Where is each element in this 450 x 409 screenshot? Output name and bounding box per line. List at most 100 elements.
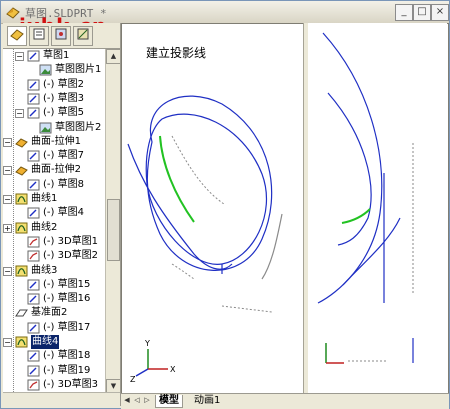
feature-manager-tab[interactable] xyxy=(7,26,27,46)
feature-tree-item[interactable]: − 曲线1 xyxy=(3,192,120,206)
3d-sketch-icon xyxy=(27,379,40,391)
bottom-tab-bar: ◀ ◁ ▷ 模型 动画1 xyxy=(121,393,449,409)
feature-tree-item-label: 草图1 xyxy=(43,50,70,61)
curve-icon xyxy=(15,193,28,205)
right-viewport[interactable] xyxy=(308,23,447,393)
feature-tree-item[interactable]: (-) 草图2 xyxy=(3,78,120,92)
tree-vertical-scrollbar[interactable]: ▲ ▼ xyxy=(105,49,121,394)
expand-toggle[interactable]: + xyxy=(3,223,12,233)
right-viewport-geometry xyxy=(317,32,414,364)
sketch-icon xyxy=(27,50,40,62)
feature-tree-item[interactable]: (-) 草图4 xyxy=(3,206,120,220)
sketch-icon xyxy=(27,350,40,362)
feature-tree-item[interactable]: (-) 草图16 xyxy=(3,292,120,306)
feature-tree-item-label: (-) 草图15 xyxy=(43,278,91,290)
sketch-picture-icon xyxy=(39,122,52,134)
feature-tree-item-label: 基准面2 xyxy=(31,307,68,319)
scroll-thumb[interactable] xyxy=(107,199,120,261)
reference-plane-icon xyxy=(15,307,28,319)
feature-tree-item-label: (-) 草图7 xyxy=(43,150,84,162)
feature-tree-item[interactable]: − 曲线4 xyxy=(3,335,120,349)
tab-first-button[interactable]: ◀ xyxy=(123,395,131,406)
solidworks-window: 草图.SLDPRT * jxbk.cn _ □ × − 草图1 草图图片1 (-) 草… xyxy=(0,0,450,409)
feature-tree-item[interactable]: (-) 草图3 xyxy=(3,92,120,106)
feature-tree-item[interactable]: 草图图片2 xyxy=(3,121,120,135)
curve-icon xyxy=(15,222,28,234)
collapse-toggle[interactable]: − xyxy=(15,109,24,119)
feature-tree: − 草图1 草图图片1 (-) 草图2 (-) 草图3 − (-) 草图5 草图图片2 − 曲面-… xyxy=(3,49,120,394)
axis-x-label: X xyxy=(170,365,176,374)
extrude-surface-icon xyxy=(15,164,28,176)
sketch-icon xyxy=(27,150,40,162)
feature-tree-item[interactable]: − 曲面-拉伸2 xyxy=(3,163,120,177)
feature-tree-item[interactable]: (-) 草图18 xyxy=(3,349,120,363)
sketch-icon xyxy=(27,79,40,91)
feature-tree-item[interactable]: 基准面2 xyxy=(3,306,120,320)
feature-tree-item-label: 曲线3 xyxy=(31,264,58,276)
axis-y-label: Y xyxy=(144,339,150,348)
feature-tree-item[interactable]: (-) 3D草图1 xyxy=(3,235,120,249)
feature-tree-item[interactable]: (-) 草图15 xyxy=(3,278,120,292)
tab-animation[interactable]: 动画1 xyxy=(191,395,223,407)
gray-sketch-line-1 xyxy=(171,135,225,205)
collapse-toggle[interactable]: − xyxy=(3,195,12,204)
feature-tree-item[interactable]: + 曲线2 xyxy=(3,221,120,235)
collapse-toggle[interactable]: − xyxy=(3,338,12,347)
feature-tree-item-label: (-) 3D草图2 xyxy=(43,250,99,262)
dimxpert-icon xyxy=(77,28,89,40)
minimize-button[interactable]: _ xyxy=(395,4,413,21)
gray-sketch-line-2 xyxy=(171,263,195,280)
feature-tree-item-label: (-) 草图3 xyxy=(43,92,84,104)
tab-next-button[interactable]: ▷ xyxy=(143,395,151,406)
projection-curve-outer xyxy=(146,95,273,271)
feature-manager-icon xyxy=(10,29,24,41)
tree-horizontal-scrollbar[interactable] xyxy=(3,392,120,406)
feature-tree-item[interactable]: − 曲面-拉伸1 xyxy=(3,135,120,149)
feature-tree-item[interactable]: (-) 3D草图3 xyxy=(3,378,120,392)
maximize-button[interactable]: □ xyxy=(413,4,431,21)
scroll-up-button[interactable]: ▲ xyxy=(106,49,121,64)
sketch-icon xyxy=(27,93,40,105)
title-bar: 草图.SLDPRT * jxbk.cn _ □ × xyxy=(1,1,449,38)
feature-tree-item[interactable]: (-) 草图17 xyxy=(3,321,120,335)
property-manager-tab[interactable] xyxy=(29,26,49,46)
3d-sketch-icon xyxy=(27,236,40,248)
feature-tree-item-label: (-) 草图16 xyxy=(43,293,91,305)
feature-tree-item[interactable]: (-) 草图7 xyxy=(3,149,120,163)
collapse-toggle[interactable]: − xyxy=(3,266,12,276)
curve-icon xyxy=(15,265,28,277)
collapse-toggle[interactable]: − xyxy=(3,137,12,147)
projection-curve-swoosh xyxy=(127,143,233,270)
feature-tree-item[interactable]: (-) 草图19 xyxy=(3,364,120,378)
feature-tree-item[interactable]: − (-) 草图5 xyxy=(3,106,120,120)
configuration-manager-icon xyxy=(55,28,67,40)
dimxpert-tab[interactable] xyxy=(73,26,93,46)
feature-tree-item[interactable]: (-) 3D草图2 xyxy=(3,249,120,263)
tab-model[interactable]: 模型 xyxy=(155,395,183,408)
feature-tree-item-label: 曲线4 xyxy=(31,335,60,349)
sketch-icon xyxy=(27,322,40,334)
feature-tree-item[interactable]: (-) 草图8 xyxy=(3,178,120,192)
sketch-picture-icon xyxy=(39,64,52,76)
tab-prev-button[interactable]: ◁ xyxy=(133,395,141,406)
feature-tree-item[interactable]: 草图图片1 xyxy=(3,63,120,77)
feature-tree-item[interactable]: − 曲线3 xyxy=(3,264,120,278)
manager-tabs xyxy=(3,23,120,49)
close-button[interactable]: × xyxy=(431,4,449,21)
3d-sketch-icon xyxy=(27,250,40,262)
feature-tree-item[interactable]: − 草图1 xyxy=(3,49,120,63)
right-blue-curve-1 xyxy=(317,32,383,304)
sketch-icon xyxy=(27,365,40,377)
right-coordinate-triad xyxy=(325,343,388,364)
sketch-icon xyxy=(27,293,40,305)
feature-tree-item-label: (-) 草图19 xyxy=(43,364,91,376)
feature-tree-item-label: (-) 3D草图3 xyxy=(43,378,99,390)
sketch-icon xyxy=(27,179,40,191)
collapse-toggle[interactable]: − xyxy=(3,166,12,176)
gray-sketch-line-3 xyxy=(221,305,273,313)
collapse-toggle[interactable]: − xyxy=(15,52,24,61)
feature-tree-item-label: (-) 草图5 xyxy=(43,107,84,119)
feature-tree-item-label: 曲线2 xyxy=(31,221,58,233)
sketch-icon xyxy=(27,279,40,291)
configuration-manager-tab[interactable] xyxy=(51,26,71,46)
